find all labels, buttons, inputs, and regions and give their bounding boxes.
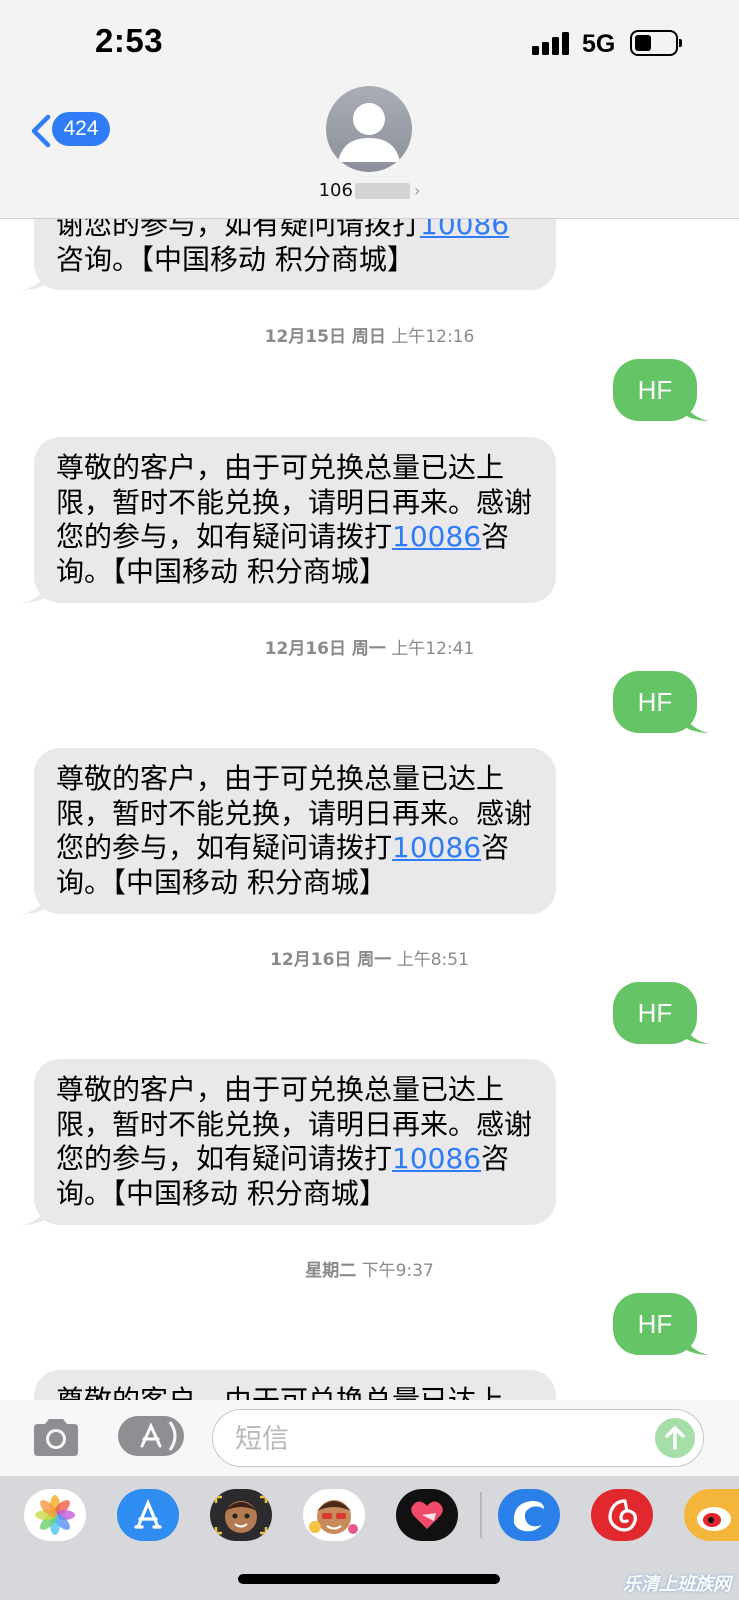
bubble-tail-icon: [685, 401, 709, 421]
message-text: 尊敬的客户，由于可兑换总量已达上限，暂时不能兑换，请明日再来。感谢您的参与，如有…: [56, 451, 533, 588]
message-text: 咨询。【中国移动 积分商城】: [56, 242, 415, 276]
message-bubble-incoming[interactable]: 尊敬的客户，由于可兑换总量已达上限，暂时不能兑换，请明日再来。感谢您的参与，如有…: [22, 1059, 556, 1225]
status-time: 2:53: [95, 22, 164, 59]
timestamp: 12月16日 周一 上午8:51: [270, 950, 469, 970]
timestamp: 12月15日 周日 上午12:16: [264, 327, 475, 347]
network-type: 5G: [582, 30, 616, 58]
watermark: 乐清上班族网: [623, 1574, 731, 1595]
conversation-header: 2:53 5G 424 106 ›: [0, 0, 739, 219]
contact-avatar[interactable]: [326, 86, 412, 172]
message-bubble-incoming[interactable]: 尊敬的客户，由于可兑换总量已达上: [34, 1370, 556, 1400]
send-arrow-icon[interactable]: [655, 1418, 695, 1458]
bubble-tail-icon: [22, 1205, 46, 1225]
memoji-app-icon[interactable]: [210, 1489, 272, 1541]
chevron-right-icon: ›: [413, 181, 421, 200]
message-text: 尊敬的客户，由于可兑换总量已达上限，暂时不能兑换，请明日再来。感谢您的参与，如有…: [56, 762, 533, 899]
message-text: 尊敬的客户，由于可兑换总量已达上: [56, 1384, 536, 1400]
back-button[interactable]: 424: [28, 110, 118, 150]
timestamp: 星期二 下午9:37: [305, 1261, 434, 1281]
message-bubble-incoming[interactable]: 尊敬的客户，由于可兑换总量已达上限，暂时不能兑换，请明日再来。感谢您的参与，如有…: [22, 748, 556, 914]
message-bubble-incoming[interactable]: 尊敬的客户，由于可兑换总量已达上限，暂时不能兑换，请明日再来。感谢您的参与，如有…: [22, 437, 556, 603]
bubble-tail-icon: [22, 583, 46, 603]
imessage-app-drawer: 乐清上班族网: [0, 1476, 739, 1600]
timestamp: 12月16日 周一 上午12:41: [264, 639, 475, 659]
app-store-icon[interactable]: [118, 1416, 184, 1456]
app-store-app-icon[interactable]: [117, 1489, 179, 1541]
photos-app-icon[interactable]: [24, 1489, 86, 1541]
message-input[interactable]: [233, 1418, 637, 1460]
message-input-container: [212, 1409, 704, 1467]
phone-link[interactable]: 10086: [392, 831, 481, 864]
bubble-tail-icon: [22, 270, 46, 290]
message-bubble-outgoing[interactable]: HF: [613, 671, 709, 733]
bubble-tail-icon: [685, 713, 709, 733]
digital-touch-app-icon[interactable]: [396, 1489, 458, 1541]
unread-count-badge: 424: [52, 112, 110, 146]
weibo-app-icon[interactable]: [684, 1489, 739, 1541]
redacted-number: [354, 183, 410, 199]
home-indicator: [238, 1574, 500, 1584]
divider: [480, 1492, 482, 1538]
message-text: 尊敬的客户，由于可兑换总量已达上限，暂时不能兑换，请明日再来。感谢您的参与，如有…: [56, 1073, 533, 1210]
message-bubble-outgoing[interactable]: HF: [613, 982, 709, 1044]
dolphin-app-icon[interactable]: [498, 1489, 560, 1541]
person-icon: [338, 103, 400, 162]
bubble-tail-icon: [685, 1335, 709, 1355]
phone-link[interactable]: 10086: [392, 520, 481, 553]
compose-bar: [0, 1400, 739, 1476]
message-bubble-outgoing[interactable]: HF: [613, 1293, 709, 1355]
bubble-tail-icon: [22, 894, 46, 914]
bubble-tail-icon: [685, 1024, 709, 1044]
animoji-stickers-app-icon[interactable]: [303, 1489, 365, 1541]
phone-link[interactable]: 10086: [392, 1142, 481, 1175]
netease-music-app-icon[interactable]: [591, 1489, 653, 1541]
contact-name[interactable]: 106 ›: [0, 180, 739, 201]
camera-icon[interactable]: [30, 1416, 82, 1458]
cellular-signal-icon: [532, 31, 572, 55]
battery-icon: [630, 30, 682, 56]
message-bubble-outgoing[interactable]: HF: [613, 359, 709, 421]
